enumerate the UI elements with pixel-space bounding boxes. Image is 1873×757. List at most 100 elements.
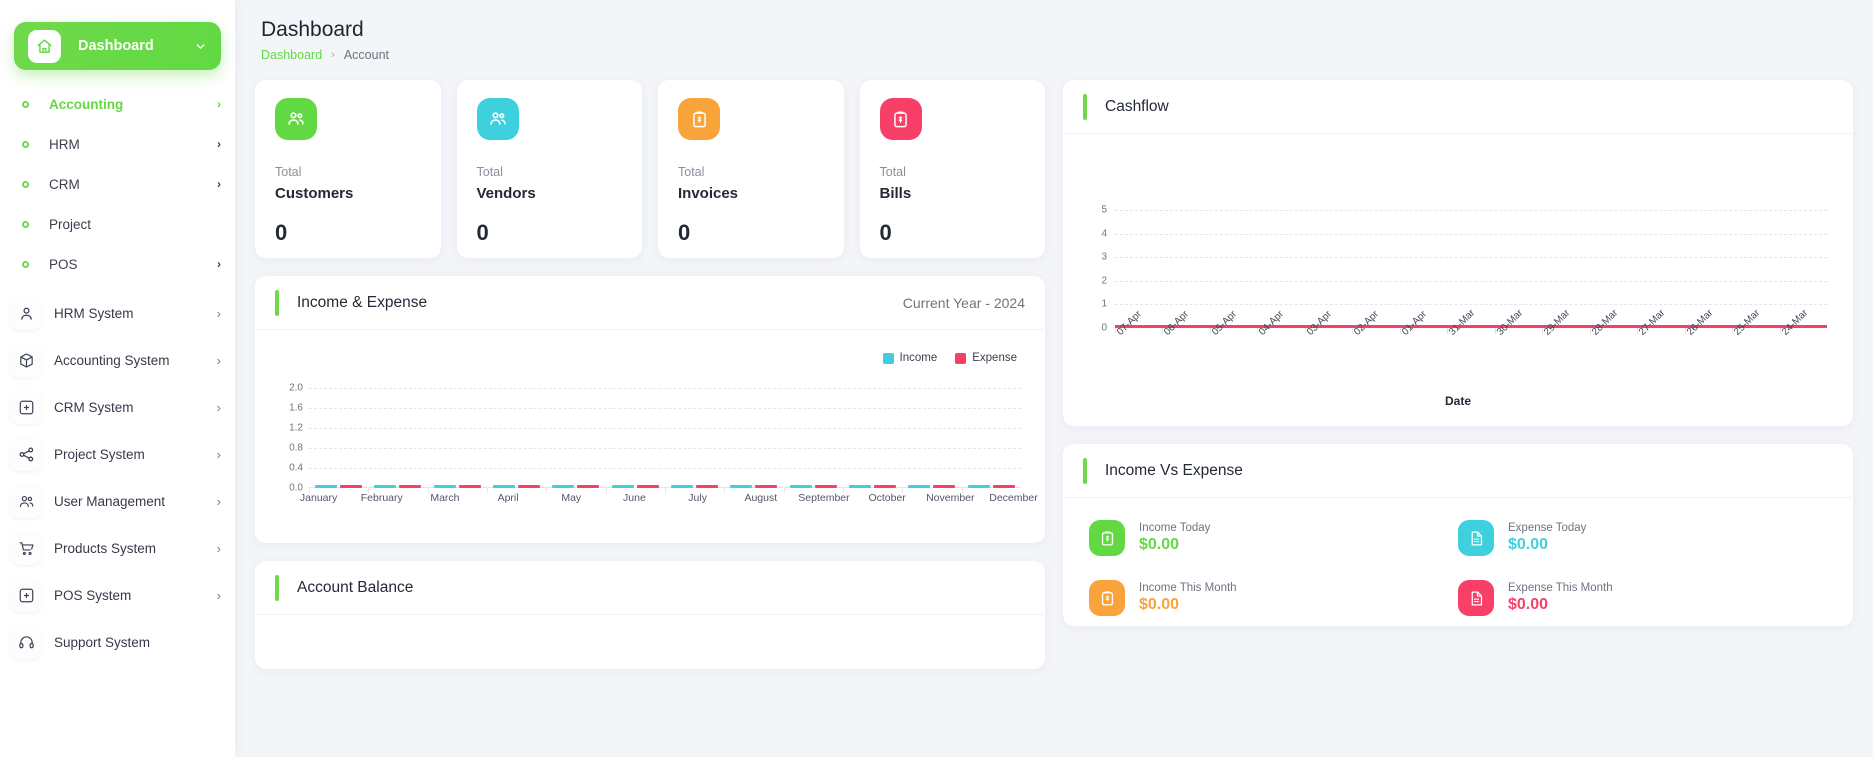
sidebar-item-crm-system[interactable]: CRM System › [0, 384, 235, 431]
income-expense-plot: 2.0 1.6 1.2 0.8 0.4 0.0 [277, 383, 1021, 494]
bar-income[interactable] [611, 485, 634, 488]
stat-card-vendors[interactable]: Total Vendors 0 [456, 80, 642, 258]
bar-income[interactable] [315, 485, 338, 488]
cashflow-x-axis-title: Date [1444, 394, 1471, 408]
chevron-right-icon: › [216, 447, 221, 462]
bar-group [902, 388, 961, 493]
bar-group [309, 388, 368, 493]
bar-income[interactable] [967, 485, 990, 488]
sidebar-item-hrm-system[interactable]: HRM System › [0, 290, 235, 337]
expense-this-month-tile[interactable]: Expense This Month $0.00 [1458, 580, 1827, 616]
sidebar-item-accounting[interactable]: Accounting › [0, 84, 235, 124]
bar-expense[interactable] [518, 485, 541, 488]
main-content: Dashboard Dashboard › Account Total Cust… [235, 0, 1873, 757]
cashflow-x-labels: 07-Apr 06-Apr 05-Apr 04-Apr 03-Apr 02-Ap… [1115, 308, 1827, 341]
bar-income[interactable] [849, 485, 872, 488]
sidebar-item-support-system[interactable]: Support System [0, 619, 235, 666]
chevron-right-icon: › [216, 541, 221, 556]
headset-icon [10, 626, 42, 659]
account-balance-header: Account Balance [255, 561, 1045, 615]
cart-icon [10, 532, 42, 565]
x-tick-label: April [497, 492, 519, 504]
sidebar-item-hrm[interactable]: HRM › [0, 124, 235, 164]
bar-expense[interactable] [340, 485, 363, 488]
chevron-down-icon[interactable] [194, 40, 207, 53]
bar-expense[interactable] [933, 485, 956, 488]
stat-card-total-label: Total [879, 165, 906, 179]
bar-expense[interactable] [814, 485, 837, 488]
bullet-icon [22, 180, 29, 188]
cashflow-chart: 5 4 3 2 1 0 07-Apr 06-Apr 05-Apr 04-Apr … [1063, 134, 1853, 426]
bar-expense[interactable] [696, 485, 719, 488]
income-expense-period: Current Year - 2024 [902, 295, 1025, 311]
income-today-tile[interactable]: Income Today $0.00 [1089, 520, 1458, 556]
sidebar-item-label: Accounting System [54, 353, 170, 368]
bar-expense[interactable] [636, 485, 659, 488]
y-tick-label: 0.4 [289, 462, 303, 474]
bar-expense[interactable] [992, 485, 1015, 488]
bar-income[interactable] [908, 485, 931, 488]
users-icon [10, 485, 42, 518]
income-expense-title: Income & Expense [275, 290, 427, 316]
bar-expense[interactable] [399, 485, 422, 488]
sidebar-item-project[interactable]: Project [0, 204, 235, 244]
income-vs-expense-panel: Income Vs Expense Income Today $0.00 Exp… [1063, 444, 1853, 626]
stat-card-invoices[interactable]: Total Invoices 0 [658, 80, 844, 258]
page-title: Dashboard [261, 18, 364, 41]
sidebar-item-label: Products System [54, 541, 157, 556]
bar-expense[interactable] [755, 485, 778, 488]
sidebar-systems-nav: HRM System › Accounting System › CRM Sys… [0, 284, 235, 666]
sidebar-item-accounting-system[interactable]: Accounting System › [0, 337, 235, 384]
sidebar-brand-dashboard[interactable]: Dashboard [14, 22, 221, 70]
bar-income[interactable] [671, 485, 694, 488]
tile-value: $0.00 [1508, 536, 1549, 553]
stat-card-customers[interactable]: Total Customers 0 [255, 80, 441, 258]
stat-card-bills[interactable]: Total Bills 0 [859, 80, 1045, 258]
stat-card-name: Bills [879, 185, 912, 202]
cashflow-title: Cashflow [1083, 94, 1169, 120]
cashflow-panel: Cashflow 5 4 3 2 1 0 07-Apr 06-Apr 05-Ap… [1063, 80, 1853, 426]
bar-income[interactable] [374, 485, 397, 488]
stat-card-value: 0 [678, 220, 691, 245]
bar-income[interactable] [789, 485, 812, 488]
bar-expense[interactable] [874, 485, 897, 488]
legend-item-income[interactable]: Income [882, 352, 937, 364]
sidebar-item-pos[interactable]: POS › [0, 244, 235, 284]
box-icon [10, 344, 42, 377]
tile-value: $0.00 [1139, 596, 1180, 613]
sidebar-item-project-system[interactable]: Project System › [0, 431, 235, 478]
sidebar-item-label: POS System [54, 588, 132, 603]
share-nodes-icon [10, 438, 42, 471]
stat-card-total-label: Total [476, 165, 503, 179]
account-balance-title: Account Balance [275, 575, 413, 601]
sidebar-item-pos-system[interactable]: POS System › [0, 572, 235, 619]
sidebar-item-products-system[interactable]: Products System › [0, 525, 235, 572]
sidebar-item-label: User Management [54, 494, 166, 509]
sidebar-item-label: POS [49, 256, 78, 272]
sidebar-item-crm[interactable]: CRM › [0, 164, 235, 204]
chevron-right-icon: › [216, 306, 221, 321]
sidebar-item-user-management[interactable]: User Management › [0, 478, 235, 525]
bar-group [783, 388, 843, 493]
users-icon [275, 98, 317, 140]
bar-income[interactable] [730, 485, 753, 488]
x-tick-label: May [561, 492, 582, 504]
bar-income[interactable] [552, 485, 575, 488]
chevron-right-icon: › [216, 494, 221, 509]
bar-group [546, 388, 605, 493]
x-tick-label: February [360, 492, 403, 504]
legend-item-expense[interactable]: Expense [955, 352, 1017, 364]
bar-income[interactable] [433, 485, 456, 488]
expense-today-tile[interactable]: Expense Today $0.00 [1458, 520, 1827, 556]
bar-income[interactable] [493, 485, 516, 488]
right-column: Cashflow 5 4 3 2 1 0 07-Apr 06-Apr 05-Ap… [1063, 80, 1853, 669]
income-this-month-tile[interactable]: Income This Month $0.00 [1089, 580, 1458, 616]
bar-expense[interactable] [577, 485, 600, 488]
invoice-icon [1089, 520, 1125, 556]
income-vs-expense-title: Income Vs Expense [1083, 458, 1243, 484]
bar-series-group [309, 388, 1021, 493]
bar-expense[interactable] [458, 485, 481, 488]
stat-card-total-label: Total [275, 165, 302, 179]
account-balance-panel: Account Balance [255, 561, 1045, 669]
breadcrumb-home-link[interactable]: Dashboard [261, 48, 322, 62]
